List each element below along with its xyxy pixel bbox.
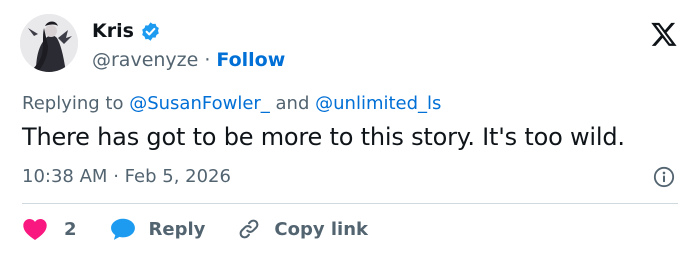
reply-context-prefix: Replying to	[22, 93, 124, 114]
heart-icon	[23, 219, 47, 241]
reply-button[interactable]: Reply	[110, 217, 206, 241]
mention-link[interactable]: @SusanFowler_	[129, 93, 270, 114]
avatar-illustration	[20, 14, 78, 72]
author-block: Kris @ravenyze · Follow	[92, 17, 285, 75]
x-logo-icon[interactable]	[650, 20, 678, 48]
tweet-text: There has got to be more to this story. …	[22, 123, 625, 151]
handle[interactable]: @ravenyze	[92, 49, 198, 71]
like-count: 2	[64, 218, 77, 240]
tweet-time[interactable]: 10:38 AM	[22, 166, 107, 187]
verified-badge-icon	[140, 21, 161, 42]
reply-context-conjunction: and	[275, 93, 310, 114]
meta-separator: ·	[113, 166, 119, 187]
handle-separator: ·	[204, 49, 211, 71]
reply-context: Replying to @SusanFowler_ and @unlimited…	[22, 93, 441, 114]
like-button[interactable]: 2	[22, 217, 77, 241]
action-bar: 2 Reply Copy link	[22, 214, 368, 244]
divider	[22, 203, 678, 204]
info-icon[interactable]	[653, 166, 675, 188]
tweet-timestamp[interactable]: 10:38 AM · Feb 5, 2026	[22, 166, 231, 187]
name-row: Kris	[92, 17, 285, 45]
copy-link-button[interactable]: Copy link	[237, 217, 368, 241]
avatar[interactable]	[20, 14, 78, 72]
embedded-tweet-card: Kris @ravenyze · Follow Replying to @Sus…	[0, 0, 700, 256]
link-icon	[239, 219, 259, 239]
copy-link-label: Copy link	[274, 218, 368, 240]
reply-label: Reply	[148, 218, 206, 240]
speech-bubble-icon	[110, 218, 135, 240]
display-name[interactable]: Kris	[92, 20, 134, 42]
tweet-date[interactable]: Feb 5, 2026	[125, 166, 231, 187]
handle-row: @ravenyze · Follow	[92, 45, 285, 75]
mention-link[interactable]: @unlimited_ls	[315, 93, 441, 114]
follow-button[interactable]: Follow	[216, 49, 285, 71]
